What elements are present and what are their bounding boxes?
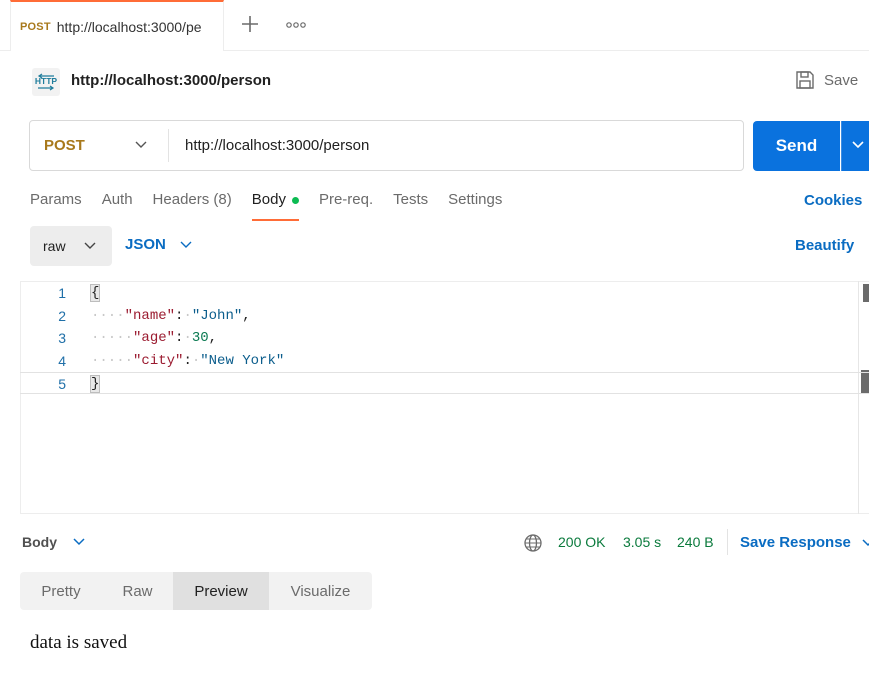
plus-icon[interactable] xyxy=(238,12,262,36)
tab-headers[interactable]: Headers (8) xyxy=(153,191,232,221)
body-format-select[interactable]: JSON xyxy=(125,236,193,253)
http-request-icon: HTTP xyxy=(32,68,60,96)
code-key: "name" xyxy=(124,308,176,324)
code-value: 30 xyxy=(191,330,209,346)
code-brace: { xyxy=(89,284,101,302)
body-format-label: JSON xyxy=(125,236,166,253)
chevron-down-icon xyxy=(180,241,192,248)
save-response-label: Save Response xyxy=(740,534,851,551)
method-select[interactable]: POST xyxy=(44,121,85,170)
code-punct: , xyxy=(208,330,226,346)
response-view-tabs: Pretty Raw Preview Visualize xyxy=(20,572,372,610)
response-section-label: Body xyxy=(22,534,57,550)
line-number: 4 xyxy=(58,353,66,369)
globe-icon[interactable] xyxy=(523,533,543,553)
code-line[interactable]: 4 ·····"city":·"New York" xyxy=(20,350,869,372)
tab-pretty[interactable]: Pretty xyxy=(20,572,102,610)
tab-label: Settings xyxy=(448,191,503,208)
send-button[interactable]: Send xyxy=(753,121,840,171)
body-type-label: raw xyxy=(43,238,66,254)
send-options-button[interactable] xyxy=(841,121,869,171)
code-punct: , xyxy=(242,308,251,324)
tab-label: Headers (8) xyxy=(152,191,232,208)
tab-label: Pre-req. xyxy=(318,191,374,208)
code-value: "John" xyxy=(191,308,243,324)
chevron-down-icon xyxy=(84,242,96,249)
code-key: "age" xyxy=(133,330,176,346)
code-line[interactable]: 1 { xyxy=(20,282,869,304)
save-button[interactable]: Save xyxy=(795,70,858,90)
tab-body[interactable]: Body xyxy=(251,191,300,221)
tab-tests[interactable]: Tests xyxy=(393,191,428,221)
tab-label: Auth xyxy=(101,191,133,208)
request-tabs: Params Auth Headers (8) Body Pre-req. Te… xyxy=(30,191,522,221)
save-label: Save xyxy=(824,71,859,89)
tab-label: Body xyxy=(251,191,286,208)
response-body-select[interactable]: Body xyxy=(22,534,86,550)
code-line[interactable]: 2 ····"name":·"John", xyxy=(20,305,869,327)
chevron-down-icon[interactable] xyxy=(134,139,148,151)
response-divider xyxy=(727,529,728,555)
tab-preview[interactable]: Preview xyxy=(173,572,269,610)
chevron-down-icon xyxy=(852,141,864,149)
more-horizontal-icon[interactable] xyxy=(285,16,307,34)
tab-url: http://localhost:3000/pe xyxy=(56,18,202,35)
response-status[interactable]: 200 OK xyxy=(558,534,605,550)
code-brace: } xyxy=(89,375,101,393)
response-time[interactable]: 3.05 s xyxy=(623,534,661,550)
tab-label: Params xyxy=(30,191,82,208)
request-tab[interactable]: POST http://localhost:3000/pe xyxy=(10,0,224,51)
tab-visualize[interactable]: Visualize xyxy=(269,572,372,610)
url-input[interactable] xyxy=(185,121,725,170)
code-key: "city" xyxy=(133,353,184,369)
line-number: 3 xyxy=(58,330,66,346)
line-number: 1 xyxy=(58,285,66,301)
chevron-down-icon xyxy=(862,538,869,546)
save-response-button[interactable]: Save Response xyxy=(740,534,869,551)
tab-raw[interactable]: Raw xyxy=(102,572,173,610)
request-name[interactable]: http://localhost:3000/person xyxy=(71,72,271,89)
svg-text:HTTP: HTTP xyxy=(35,76,58,86)
tab-fade xyxy=(205,2,223,51)
tab-method: POST xyxy=(20,20,51,33)
tab-params[interactable]: Params xyxy=(30,191,82,221)
tab-bar: POST http://localhost:3000/pe xyxy=(0,0,869,51)
body-type-select[interactable]: raw xyxy=(30,226,112,266)
code-line[interactable]: 5 } xyxy=(20,372,869,394)
save-disk-icon xyxy=(796,71,814,89)
tab-settings[interactable]: Settings xyxy=(448,191,502,221)
tab-pre-request[interactable]: Pre-req. xyxy=(319,191,373,221)
line-number: 5 xyxy=(58,376,66,392)
code-value: "New York" xyxy=(200,353,285,369)
line-number: 2 xyxy=(58,308,66,324)
body-indicator-dot xyxy=(291,197,299,204)
chevron-down-icon xyxy=(73,538,85,546)
tab-label: Tests xyxy=(393,191,429,208)
url-bar: POST xyxy=(29,120,744,171)
response-size[interactable]: 240 B xyxy=(677,534,714,550)
beautify-button[interactable]: Beautify xyxy=(795,237,854,254)
response-preview-text: data is saved xyxy=(30,632,128,653)
code-line[interactable]: 3 ·····"age":·30, xyxy=(20,327,869,349)
cookies-link[interactable]: Cookies xyxy=(804,192,862,209)
url-divider xyxy=(168,129,169,162)
tab-auth[interactable]: Auth xyxy=(102,191,133,221)
